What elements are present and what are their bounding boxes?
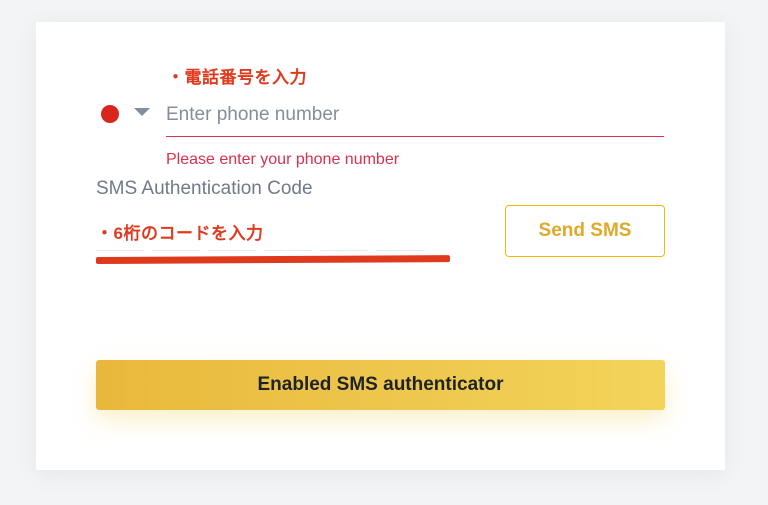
code-digit-input-5[interactable] [320, 250, 368, 251]
phone-error-message: Please enter your phone number [166, 151, 400, 168]
code-digit-input-6[interactable] [376, 250, 424, 251]
code-annotation: ・6桁のコードを入力 [96, 224, 264, 243]
phone-annotation: ・電話番号を入力 [167, 68, 307, 87]
code-digit-input-2[interactable] [152, 250, 200, 251]
phone-input[interactable] [166, 94, 664, 137]
chevron-down-icon[interactable] [134, 108, 150, 116]
code-highlight-underline [95, 255, 451, 264]
sms-code-label: SMS Authentication Code [96, 178, 313, 199]
code-digit-input-1[interactable] [96, 250, 144, 251]
send-sms-button[interactable]: Send SMS [505, 205, 665, 257]
country-flag-icon[interactable] [101, 105, 119, 123]
code-digit-input-3[interactable] [208, 250, 256, 251]
enable-sms-authenticator-button[interactable]: Enabled SMS authenticator [96, 360, 665, 410]
code-digit-input-4[interactable] [264, 250, 312, 251]
sms-auth-card: ・電話番号を入力 Please enter your phone number … [36, 22, 725, 470]
